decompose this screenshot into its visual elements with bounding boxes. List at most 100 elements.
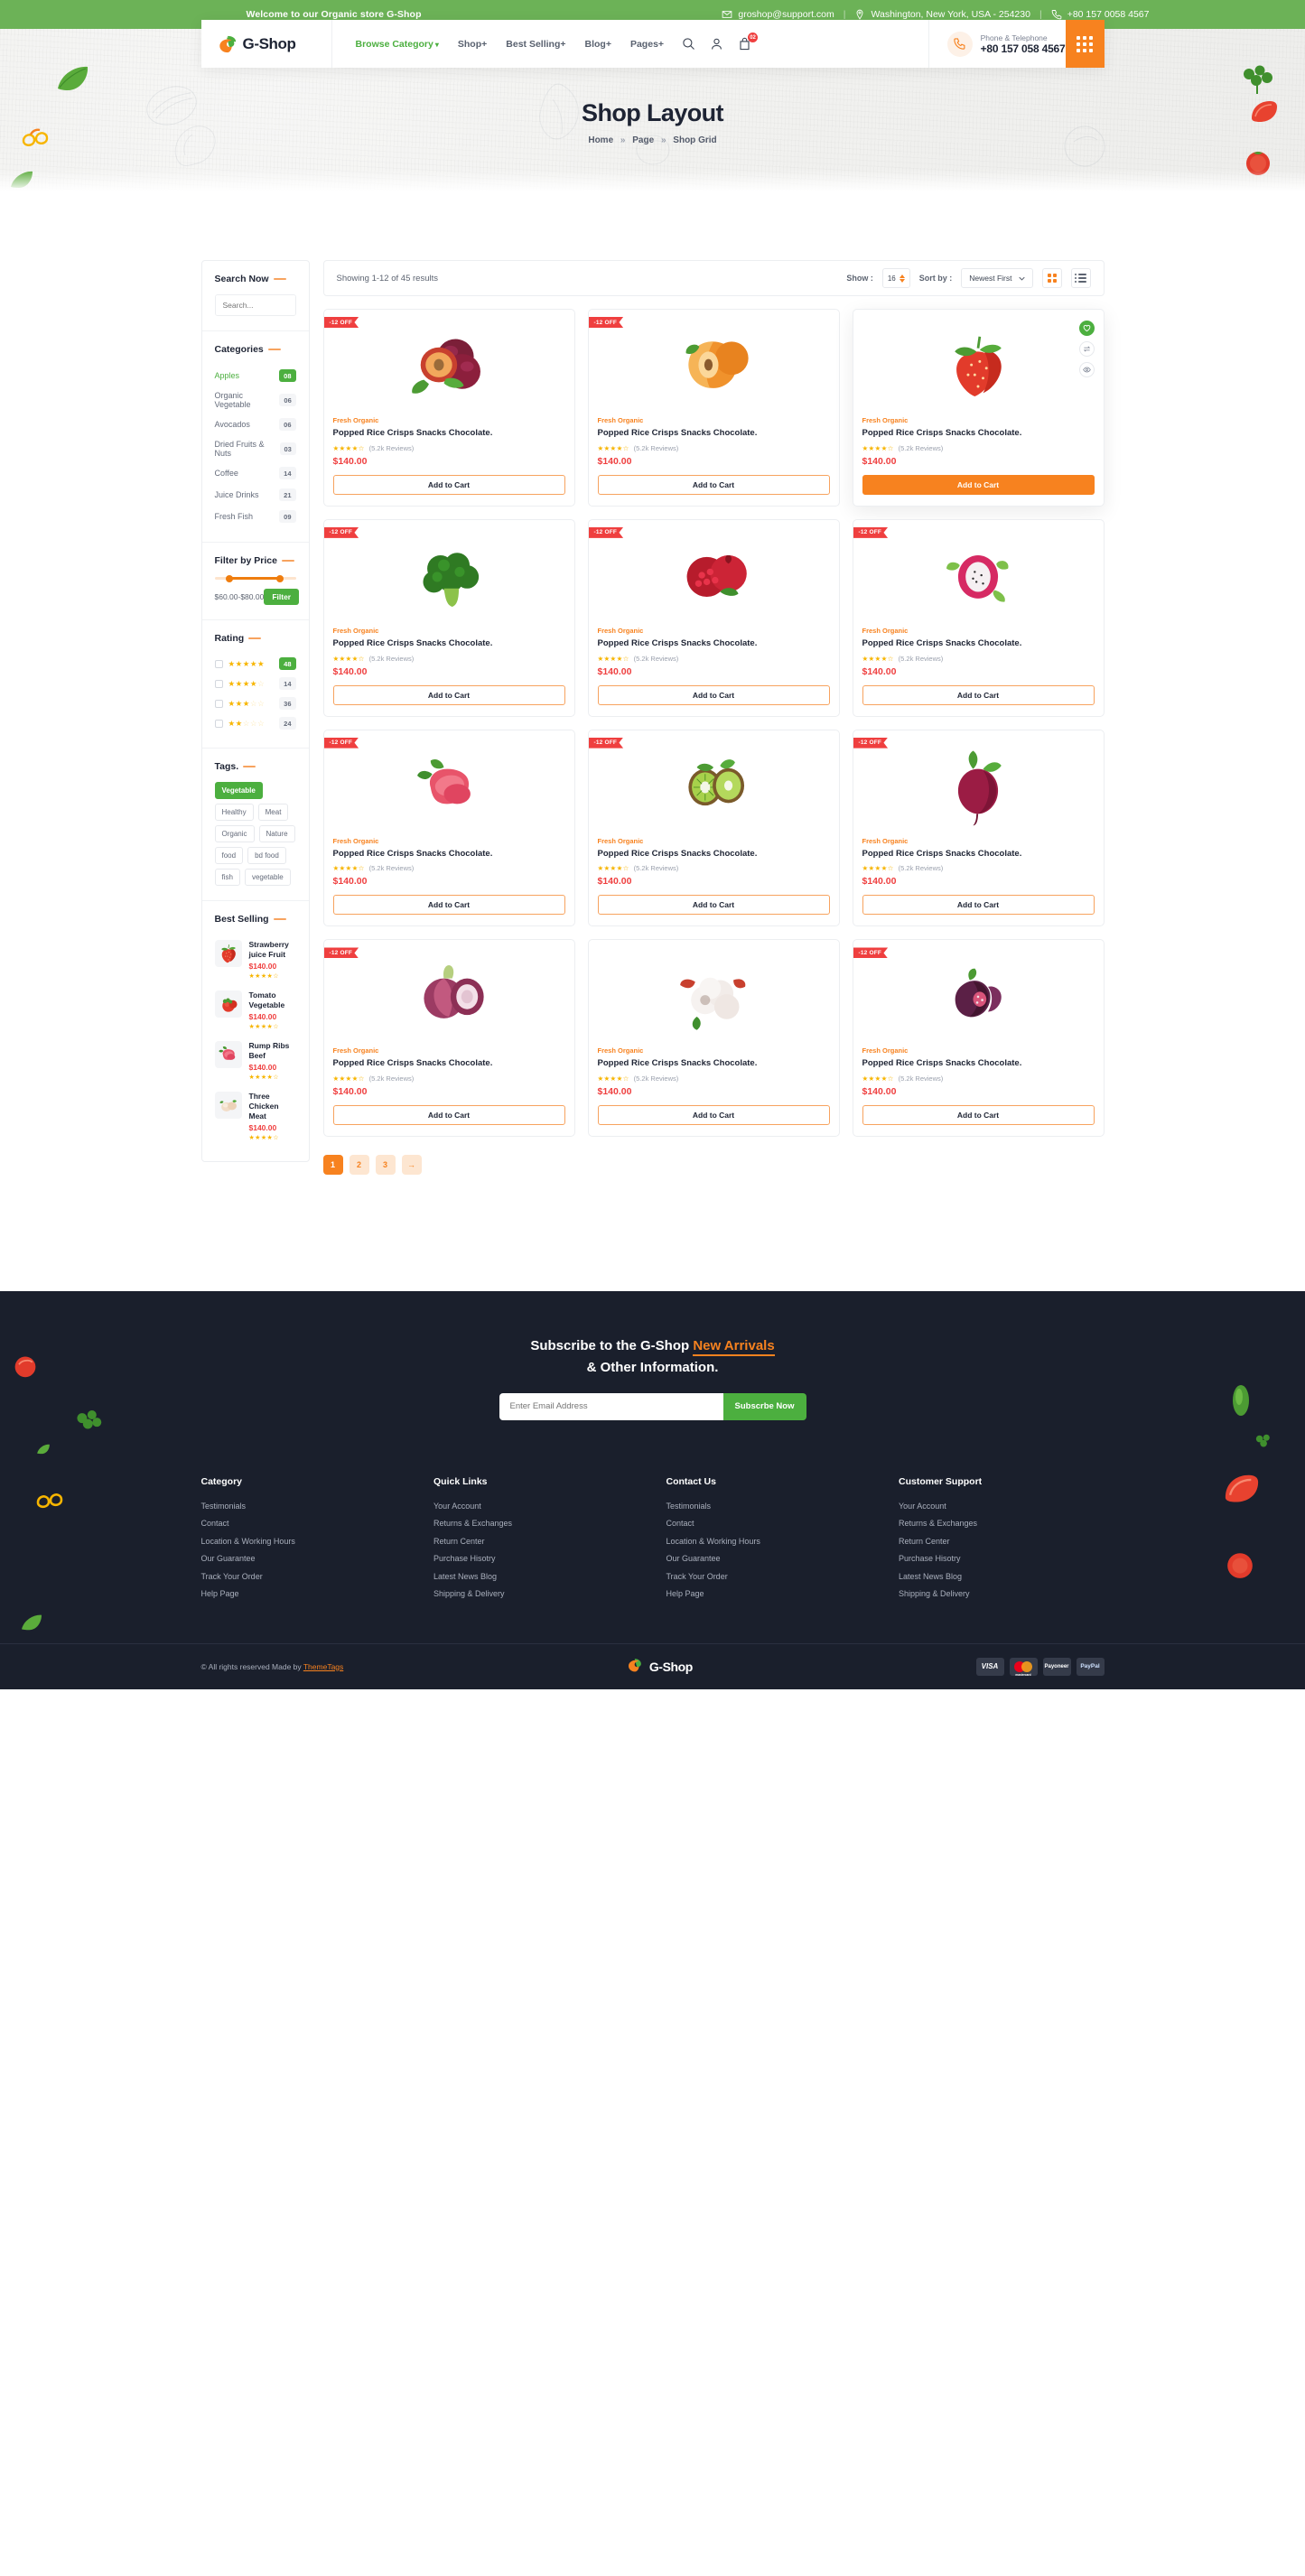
add-to-cart-button[interactable]: Add to Cart	[332, 684, 565, 705]
rating-checkbox[interactable]	[214, 719, 223, 728]
pagination-page-button[interactable]: 1	[322, 1155, 343, 1176]
footer-logo[interactable]: G-Shop	[627, 1656, 693, 1678]
product-name[interactable]: Popped Rice Crisps Snacks Chocolate.	[598, 428, 830, 440]
nav-item-pages[interactable]: Pages+	[630, 39, 664, 50]
rating-checkbox[interactable]	[214, 659, 223, 668]
sort-select[interactable]: Newest First	[961, 268, 1033, 288]
product-name[interactable]: Popped Rice Crisps Snacks Chocolate.	[333, 849, 565, 860]
product-card[interactable]: -12 OFF Fresh Organic Popped Rice Crisps…	[322, 518, 575, 717]
footer-link[interactable]: Latest News Blog	[433, 1572, 639, 1581]
wishlist-icon[interactable]	[1078, 321, 1095, 336]
product-card[interactable]: -12 OFF Fresh Organic Popped Rice Crisps…	[587, 518, 840, 717]
product-name[interactable]: Popped Rice Crisps Snacks Chocolate.	[598, 849, 830, 860]
footer-link[interactable]: Returns & Exchanges	[899, 1519, 1105, 1528]
search-input[interactable]	[215, 295, 295, 315]
footer-link[interactable]: Returns & Exchanges	[433, 1519, 639, 1528]
nav-item-shop[interactable]: Shop+	[458, 39, 487, 50]
add-to-cart-button[interactable]: Add to Cart	[597, 1105, 830, 1126]
grid-view-button[interactable]	[1041, 268, 1062, 288]
cart-icon[interactable]: 02	[738, 33, 759, 51]
footer-link[interactable]: Shipping & Delivery	[433, 1589, 639, 1598]
tag-chip[interactable]: Meat	[257, 804, 289, 821]
add-to-cart-button[interactable]: Add to Cart	[862, 895, 1095, 916]
product-name[interactable]: Popped Rice Crisps Snacks Chocolate.	[862, 1058, 1095, 1070]
footer-link[interactable]: Testimonials	[666, 1502, 872, 1511]
header-phone-block[interactable]: Phone & Telephone +80 157 058 4567	[927, 20, 1066, 68]
add-to-cart-button[interactable]: Add to Cart	[862, 1105, 1095, 1126]
email-input[interactable]	[499, 1392, 723, 1420]
tag-chip[interactable]: Nature	[258, 825, 295, 842]
footer-link[interactable]: Track Your Order	[201, 1572, 407, 1581]
product-card[interactable]: -12 OFF Fresh Organic Popped Rice Crisps…	[852, 729, 1105, 927]
add-to-cart-button[interactable]: Add to Cart	[332, 895, 565, 916]
footer-link[interactable]: Purchase Hisotry	[433, 1554, 639, 1563]
tag-chip[interactable]: Vegetable	[214, 782, 263, 799]
add-to-cart-button[interactable]: Add to Cart	[597, 684, 830, 705]
footer-link[interactable]: Testimonials	[201, 1502, 407, 1511]
price-slider-handle-max[interactable]	[275, 574, 284, 582]
footer-link[interactable]: Location & Working Hours	[666, 1537, 872, 1546]
product-card[interactable]: Fresh Organic Popped Rice Crisps Snacks …	[587, 939, 840, 1138]
topbar-phone[interactable]: +80 157 0058 4567	[1051, 9, 1150, 20]
tag-chip[interactable]: bd food	[247, 847, 286, 864]
product-name[interactable]: Popped Rice Crisps Snacks Chocolate.	[862, 849, 1095, 860]
footer-link[interactable]: Purchase Hisotry	[899, 1554, 1105, 1563]
breadcrumb-page[interactable]: Page	[632, 135, 654, 145]
best-selling-item[interactable]: Strawberry juice Fruit $140.00 ★★★★☆	[214, 935, 296, 985]
tag-chip[interactable]: Organic	[214, 825, 255, 842]
footer-link[interactable]: Your Account	[899, 1502, 1105, 1511]
product-card[interactable]: -12 OFF Fresh Organic Popped Rice Crisps…	[322, 939, 575, 1138]
product-card[interactable]: Fresh Organic Popped Rice Crisps Snacks …	[852, 309, 1105, 507]
compare-icon[interactable]	[1078, 341, 1095, 357]
footer-link[interactable]: Our Guarantee	[201, 1554, 407, 1563]
themetags-link[interactable]: ThemeTags	[303, 1662, 343, 1671]
footer-link[interactable]: Track Your Order	[666, 1572, 872, 1581]
rating-filter-row[interactable]: ★★★★☆ 14	[214, 674, 296, 693]
footer-link[interactable]: Location & Working Hours	[201, 1537, 407, 1546]
product-card[interactable]: -12 OFF Fresh Organic Popped Rice Crisps…	[587, 729, 840, 927]
footer-link[interactable]: Contact	[666, 1519, 872, 1528]
category-item[interactable]: Coffee 14	[215, 462, 296, 484]
quick-view-eye-icon[interactable]	[1078, 362, 1095, 377]
add-to-cart-button[interactable]: Add to Cart	[862, 684, 1095, 705]
add-to-cart-button[interactable]: Add to Cart	[862, 474, 1095, 495]
add-to-cart-button[interactable]: Add to Cart	[332, 474, 565, 495]
product-card[interactable]: -12 OFF Fresh Organic Popped Rice Crisps…	[852, 939, 1105, 1138]
best-selling-item[interactable]: Rump Ribs Beef $140.00 ★★★★☆	[214, 1036, 296, 1086]
footer-link[interactable]: Our Guarantee	[666, 1554, 872, 1563]
user-account-icon[interactable]	[710, 37, 723, 51]
footer-link[interactable]: Return Center	[899, 1537, 1105, 1546]
price-slider-handle-min[interactable]	[226, 574, 234, 582]
product-name[interactable]: Popped Rice Crisps Snacks Chocolate.	[333, 638, 565, 650]
nav-item-browse-category[interactable]: Browse Category ▾	[356, 39, 439, 50]
product-name[interactable]: Popped Rice Crisps Snacks Chocolate.	[862, 428, 1095, 440]
nav-item-blog[interactable]: Blog+	[585, 39, 611, 50]
category-item[interactable]: Organic Vegetable 06	[215, 386, 296, 414]
footer-link[interactable]: Your Account	[433, 1502, 639, 1511]
breadcrumb-home[interactable]: Home	[588, 135, 613, 145]
product-name[interactable]: Popped Rice Crisps Snacks Chocolate.	[598, 638, 830, 650]
product-card[interactable]: -12 OFF Fresh Organic Popped Rice Crisps…	[587, 309, 840, 507]
tag-chip[interactable]: Healthy	[214, 804, 254, 821]
logo[interactable]: G-Shop	[201, 20, 332, 68]
product-name[interactable]: Popped Rice Crisps Snacks Chocolate.	[333, 1058, 565, 1070]
product-card[interactable]: -12 OFF Fresh Organic Popped Rice Crisps…	[322, 309, 575, 507]
footer-link[interactable]: Latest News Blog	[899, 1572, 1105, 1581]
footer-link[interactable]: Return Center	[433, 1537, 639, 1546]
rating-checkbox[interactable]	[214, 699, 223, 708]
product-name[interactable]: Popped Rice Crisps Snacks Chocolate.	[862, 638, 1095, 650]
category-item[interactable]: Fresh Fish 09	[215, 506, 296, 527]
rating-filter-row[interactable]: ★★★★★ 48	[214, 654, 296, 674]
tag-chip[interactable]: fish	[214, 869, 240, 886]
product-name[interactable]: Popped Rice Crisps Snacks Chocolate.	[333, 428, 565, 440]
footer-link[interactable]: Help Page	[666, 1589, 872, 1598]
nav-item-best-selling[interactable]: Best Selling+	[506, 39, 565, 50]
category-item[interactable]: Apples 08	[215, 365, 296, 386]
product-name[interactable]: Popped Rice Crisps Snacks Chocolate.	[598, 1058, 830, 1070]
tag-chip[interactable]: food	[214, 847, 244, 864]
category-item[interactable]: Dried Fruits & Nuts 03	[215, 435, 296, 462]
subscribe-button[interactable]: Subscrbe Now	[722, 1392, 806, 1420]
best-selling-item[interactable]: Tomato Vegetable $140.00 ★★★★☆	[214, 985, 296, 1036]
rating-checkbox[interactable]	[214, 679, 223, 688]
category-item[interactable]: Juice Drinks 21	[215, 484, 296, 506]
